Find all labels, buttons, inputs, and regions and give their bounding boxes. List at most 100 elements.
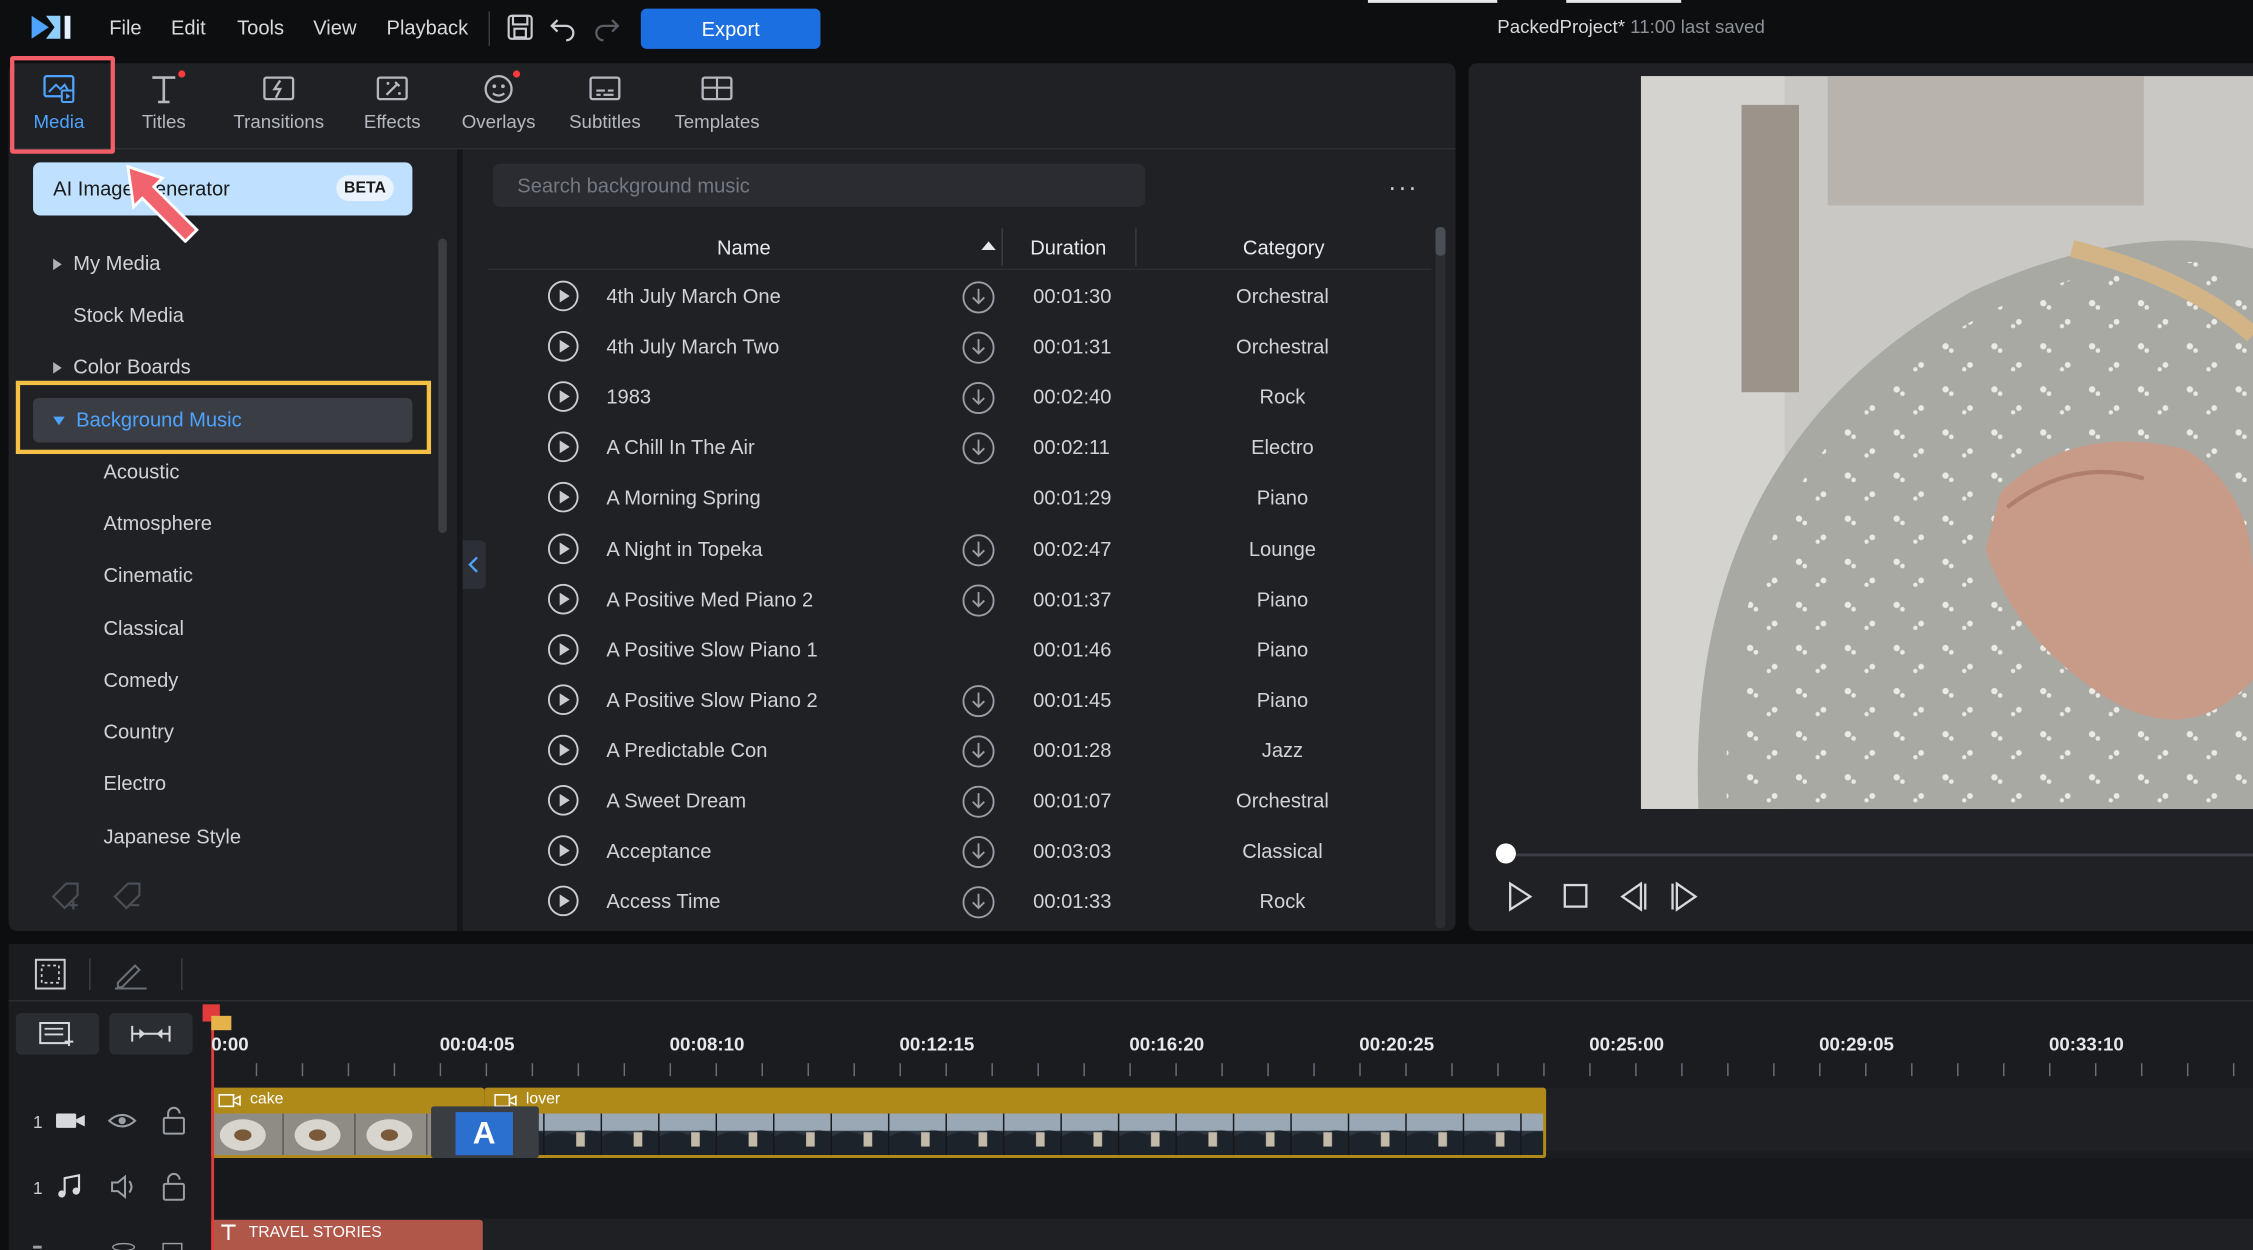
stop-icon[interactable] bbox=[1559, 879, 1593, 913]
sidebar-subitem-comedy[interactable]: Comedy bbox=[103, 668, 178, 691]
titles-notification-dot bbox=[178, 70, 186, 78]
sort-ascending-icon[interactable] bbox=[980, 240, 997, 251]
sidebar-subitem-electro[interactable]: Electro bbox=[103, 772, 166, 795]
title-clip-travel-stories[interactable]: TRAVEL STORIES bbox=[211, 1219, 483, 1250]
lock-icon[interactable] bbox=[161, 1172, 187, 1201]
tab-titles[interactable]: Titles bbox=[114, 72, 215, 132]
sidebar-item-color-boards[interactable]: Color Boards bbox=[53, 355, 191, 378]
music-row[interactable]: A Predictable Con 00:01:28 Jazz bbox=[489, 725, 1432, 775]
preview-scrub-knob[interactable] bbox=[1495, 843, 1516, 864]
track-category-text: Rock bbox=[1259, 889, 1306, 913]
menu-tools[interactable]: Tools bbox=[237, 16, 284, 39]
play-preview-icon[interactable] bbox=[547, 784, 579, 816]
save-icon[interactable] bbox=[506, 13, 535, 42]
play-preview-icon[interactable] bbox=[547, 331, 579, 363]
menu-edit[interactable]: Edit bbox=[171, 16, 206, 39]
play-preview-icon[interactable] bbox=[547, 280, 579, 312]
music-row[interactable]: A Positive Slow Piano 1 00:01:46 Piano bbox=[489, 625, 1432, 675]
music-row[interactable]: A Night in Topeka 00:02:47 Lounge bbox=[489, 524, 1432, 574]
track-category-text: Piano bbox=[1256, 587, 1309, 611]
music-row[interactable]: 1983 00:02:40 Rock bbox=[489, 372, 1432, 422]
music-row[interactable]: 4th July March One 00:01:30 Orchestral bbox=[489, 272, 1432, 322]
play-preview-icon[interactable] bbox=[547, 482, 579, 514]
sidebar-item-stock-media[interactable]: Stock Media bbox=[73, 303, 184, 326]
speaker-icon[interactable] bbox=[109, 1174, 138, 1200]
track-name: A Sweet Dream bbox=[606, 788, 747, 812]
sidebar-scrollbar[interactable] bbox=[438, 238, 447, 534]
tab-transitions[interactable]: Transitions bbox=[228, 72, 329, 132]
music-row[interactable]: 4th July March Two 00:01:31 Orchestral bbox=[489, 322, 1432, 372]
tab-subtitles[interactable]: Subtitles bbox=[555, 72, 656, 132]
download-icon[interactable] bbox=[961, 684, 995, 718]
video-clip-lover[interactable]: lover bbox=[484, 1087, 1547, 1159]
play-preview-icon[interactable] bbox=[547, 734, 579, 766]
download-icon[interactable] bbox=[961, 431, 995, 465]
music-row[interactable]: A Sweet Dream 00:01:07 Orchestral bbox=[489, 776, 1432, 826]
column-header-category[interactable]: Category bbox=[1243, 236, 1325, 259]
play-preview-icon[interactable] bbox=[547, 633, 579, 665]
undo-icon[interactable] bbox=[549, 13, 578, 42]
menu-view[interactable]: View bbox=[313, 16, 356, 39]
transition-thumbnail[interactable]: A bbox=[455, 1112, 513, 1156]
music-row[interactable]: A Positive Med Piano 2 00:01:37 Piano bbox=[489, 574, 1432, 624]
expand-arrow-icon[interactable] bbox=[53, 259, 62, 271]
play-icon[interactable] bbox=[1502, 879, 1536, 913]
ruler-tick bbox=[623, 1063, 626, 1077]
music-row[interactable]: A Positive Slow Piano 2 00:01:45 Piano bbox=[489, 675, 1432, 725]
play-preview-icon[interactable] bbox=[547, 684, 579, 716]
marker-flag-icon[interactable] bbox=[211, 1015, 232, 1031]
music-list-scroll-thumb[interactable] bbox=[1435, 227, 1446, 256]
download-icon[interactable] bbox=[961, 583, 995, 617]
collapse-sidebar-button[interactable] bbox=[462, 540, 486, 590]
tab-templates[interactable]: Templates bbox=[667, 72, 768, 132]
export-button[interactable]: Export bbox=[640, 8, 821, 49]
tab-effects[interactable]: Effects bbox=[342, 72, 443, 132]
preview-scrub-bar[interactable] bbox=[1505, 853, 2253, 857]
play-preview-icon[interactable] bbox=[547, 532, 579, 564]
sidebar-subitem-atmosphere[interactable]: Atmosphere bbox=[103, 512, 211, 535]
sidebar-subitem-cinematic[interactable]: Cinematic bbox=[103, 563, 192, 586]
expand-arrow-icon[interactable] bbox=[53, 362, 62, 374]
music-list-scrollbar[interactable] bbox=[1435, 227, 1446, 929]
track-manager-button[interactable] bbox=[15, 1012, 100, 1055]
select-mode-icon[interactable] bbox=[33, 957, 67, 991]
search-input[interactable]: Search background music bbox=[492, 163, 1146, 207]
music-row[interactable]: Access Time 00:01:33 Rock bbox=[489, 877, 1432, 927]
play-preview-icon[interactable] bbox=[547, 381, 579, 413]
download-icon[interactable] bbox=[961, 532, 995, 566]
play-preview-icon[interactable] bbox=[547, 583, 579, 615]
sidebar-subitem-japanese-style[interactable]: Japanese Style bbox=[103, 825, 241, 848]
download-icon[interactable] bbox=[961, 734, 995, 768]
music-row[interactable]: Acceptance 00:03:03 Classical bbox=[489, 826, 1432, 876]
download-icon[interactable] bbox=[961, 835, 995, 869]
remove-tag-icon[interactable] bbox=[111, 879, 145, 913]
lock-icon[interactable] bbox=[161, 1106, 187, 1135]
sidebar-subitem-classical[interactable]: Classical bbox=[103, 616, 183, 639]
music-row[interactable]: A Chill In The Air 00:02:11 Electro bbox=[489, 423, 1432, 473]
column-header-name[interactable]: Name bbox=[717, 236, 771, 259]
previous-frame-icon[interactable] bbox=[1615, 879, 1649, 913]
edit-pen-icon[interactable] bbox=[112, 957, 149, 991]
menu-file[interactable]: File bbox=[109, 16, 141, 39]
download-icon[interactable] bbox=[961, 381, 995, 415]
sidebar-item-my-media[interactable]: My Media bbox=[53, 251, 160, 274]
download-icon[interactable] bbox=[961, 280, 995, 314]
play-preview-icon[interactable] bbox=[547, 885, 579, 917]
download-icon[interactable] bbox=[961, 784, 995, 818]
tab-overlays[interactable]: Overlays bbox=[448, 72, 549, 132]
download-icon[interactable] bbox=[961, 331, 995, 365]
play-preview-icon[interactable] bbox=[547, 835, 579, 867]
fit-timeline-button[interactable] bbox=[109, 1012, 193, 1055]
play-preview-icon[interactable] bbox=[547, 431, 579, 463]
menu-playback[interactable]: Playback bbox=[387, 16, 469, 39]
redo-icon[interactable] bbox=[592, 13, 621, 42]
next-frame-icon[interactable] bbox=[1668, 879, 1702, 913]
column-header-duration[interactable]: Duration bbox=[1030, 236, 1106, 259]
more-options-button[interactable]: ··· bbox=[1388, 172, 1418, 202]
sidebar-subitem-country[interactable]: Country bbox=[103, 720, 173, 743]
visibility-eye-icon[interactable] bbox=[107, 1109, 137, 1132]
add-tag-icon[interactable] bbox=[49, 879, 83, 913]
music-row[interactable]: A Morning Spring 00:01:29 Piano bbox=[489, 473, 1432, 523]
sidebar-subitem-acoustic[interactable]: Acoustic bbox=[103, 460, 179, 483]
download-icon[interactable] bbox=[961, 885, 995, 919]
